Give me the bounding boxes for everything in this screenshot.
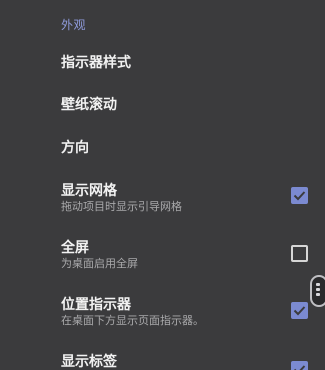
setting-fullscreen[interactable]: 全屏 为桌面启用全屏 — [0, 231, 325, 275]
setting-indicator-style[interactable]: 指示器样式 — [0, 44, 325, 78]
show-grid-checkbox[interactable] — [291, 187, 308, 204]
checkbox-checked-icon — [294, 365, 306, 370]
setting-title: 显示标签 — [61, 354, 117, 370]
setting-title: 全屏 — [61, 240, 89, 256]
setting-show-labels[interactable]: 显示标签 — [0, 345, 325, 370]
settings-screen: 外观 指示器样式 壁纸滚动 方向 显示网格 拖动项目时显示引导网格 全屏 为桌面… — [0, 0, 325, 370]
drag-handle-icon[interactable] — [310, 275, 325, 307]
setting-title: 壁纸滚动 — [61, 97, 117, 113]
checkbox-checked-icon — [293, 191, 306, 201]
section-header-appearance: 外观 — [61, 18, 87, 32]
setting-show-grid[interactable]: 显示网格 拖动项目时显示引导网格 — [0, 174, 325, 218]
setting-title: 指示器样式 — [61, 55, 131, 71]
fullscreen-checkbox[interactable] — [291, 245, 308, 262]
setting-subtitle: 在桌面下方显示页面指示器。 — [61, 314, 204, 327]
position-indicator-checkbox[interactable] — [291, 302, 308, 319]
checkbox-checked-icon — [293, 306, 306, 316]
setting-subtitle: 拖动项目时显示引导网格 — [61, 200, 182, 213]
setting-title: 显示网格 — [61, 183, 117, 199]
show-labels-checkbox[interactable] — [291, 361, 308, 370]
handle-dots — [316, 283, 322, 298]
setting-wallpaper-scroll[interactable]: 壁纸滚动 — [0, 86, 325, 120]
setting-subtitle: 为桌面启用全屏 — [61, 257, 138, 270]
setting-position-indicator[interactable]: 位置指示器 在桌面下方显示页面指示器。 — [0, 288, 325, 332]
setting-title: 位置指示器 — [61, 297, 131, 313]
setting-orientation[interactable]: 方向 — [0, 129, 325, 163]
setting-title: 方向 — [61, 140, 89, 156]
